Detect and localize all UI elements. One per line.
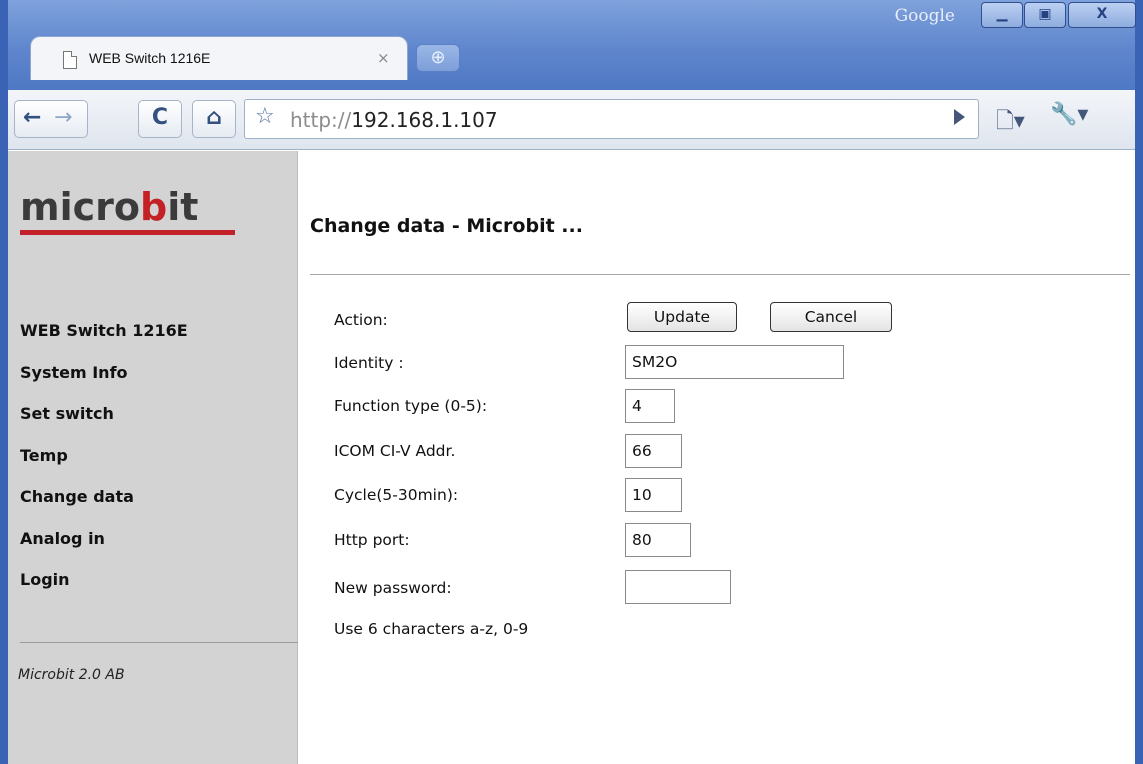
url-host: 192.168.1.107 xyxy=(351,108,498,132)
forward-button[interactable]: → xyxy=(54,100,72,136)
wrench-menu-icon[interactable]: 🔧▾ xyxy=(1050,102,1088,127)
main-content: Change data - Microbit ... Action: Updat… xyxy=(298,151,1135,764)
logo-text-right: it xyxy=(167,185,199,229)
title-divider xyxy=(310,274,1130,275)
tab-title: WEB Switch 1216E xyxy=(89,50,211,66)
sidebar-item-login[interactable]: Login xyxy=(20,570,188,612)
identity-input[interactable] xyxy=(625,345,844,379)
browser-toolbar: ← → C ⌂ ☆ http://192.168.1.107 🗋▾ 🔧▾ xyxy=(8,90,1135,150)
sidebar-nav: WEB Switch 1216E System Info Set switch … xyxy=(20,321,188,612)
minimize-button[interactable]: ▁ xyxy=(981,2,1023,28)
browser-tab[interactable]: WEB Switch 1216E × xyxy=(30,36,408,80)
sidebar-item-system-info[interactable]: System Info xyxy=(20,363,188,405)
new-tab-button[interactable]: ⊕ xyxy=(416,44,460,72)
bookmark-star-icon[interactable]: ☆ xyxy=(255,104,275,129)
action-label: Action: xyxy=(334,311,388,329)
tab-close-icon[interactable]: × xyxy=(377,49,390,67)
identity-label: Identity : xyxy=(334,354,404,372)
reload-button[interactable]: C xyxy=(138,100,182,138)
window-brand: Google xyxy=(894,6,955,26)
icom-addr-input[interactable] xyxy=(625,434,682,468)
home-button[interactable]: ⌂ xyxy=(192,100,236,138)
logo-underline xyxy=(20,230,235,235)
page-title: Change data - Microbit ... xyxy=(310,215,583,237)
function-type-label: Function type (0-5): xyxy=(334,397,488,415)
cancel-button[interactable]: Cancel xyxy=(770,302,892,332)
back-button[interactable]: ← xyxy=(14,100,88,138)
url-text[interactable]: http://192.168.1.107 xyxy=(290,108,498,132)
page-menu-icon[interactable]: 🗋▾ xyxy=(996,104,1025,142)
microbit-logo: microbit xyxy=(20,185,198,229)
logo-text-accent: b xyxy=(140,185,168,229)
icom-addr-label: ICOM CI-V Addr. xyxy=(334,442,456,460)
password-hint: Use 6 characters a-z, 0-9 xyxy=(334,620,529,638)
sidebar-item-temp[interactable]: Temp xyxy=(20,446,188,488)
go-icon[interactable] xyxy=(954,109,965,125)
address-bar[interactable]: ☆ http://192.168.1.107 xyxy=(244,99,979,139)
sidebar: microbit WEB Switch 1216E System Info Se… xyxy=(8,151,299,764)
cycle-label: Cycle(5-30min): xyxy=(334,486,459,504)
sidebar-item-analog-in[interactable]: Analog in xyxy=(20,529,188,571)
window-frame-right xyxy=(1135,0,1143,764)
update-button[interactable]: Update xyxy=(627,302,737,332)
sidebar-divider xyxy=(20,642,299,643)
http-port-input[interactable] xyxy=(625,523,691,557)
url-scheme: http:// xyxy=(290,108,352,132)
sidebar-item-web-switch[interactable]: WEB Switch 1216E xyxy=(20,321,188,363)
sidebar-item-set-switch[interactable]: Set switch xyxy=(20,404,188,446)
page-icon xyxy=(63,51,77,69)
window-frame-left xyxy=(0,0,8,764)
sidebar-item-change-data[interactable]: Change data xyxy=(20,487,188,529)
browser-titlebar: Google ▁ ▣ X WEB Switch 1216E × ⊕ xyxy=(0,0,1143,90)
function-type-input[interactable] xyxy=(625,389,675,423)
cycle-input[interactable] xyxy=(625,478,682,512)
new-password-input[interactable] xyxy=(625,570,731,604)
close-window-button[interactable]: X xyxy=(1068,2,1136,28)
new-password-label: New password: xyxy=(334,579,452,597)
http-port-label: Http port: xyxy=(334,531,410,549)
copyright-text: Microbit 2.0 AB xyxy=(18,667,125,683)
logo-text-left: micro xyxy=(20,185,140,229)
maximize-button[interactable]: ▣ xyxy=(1024,2,1066,28)
